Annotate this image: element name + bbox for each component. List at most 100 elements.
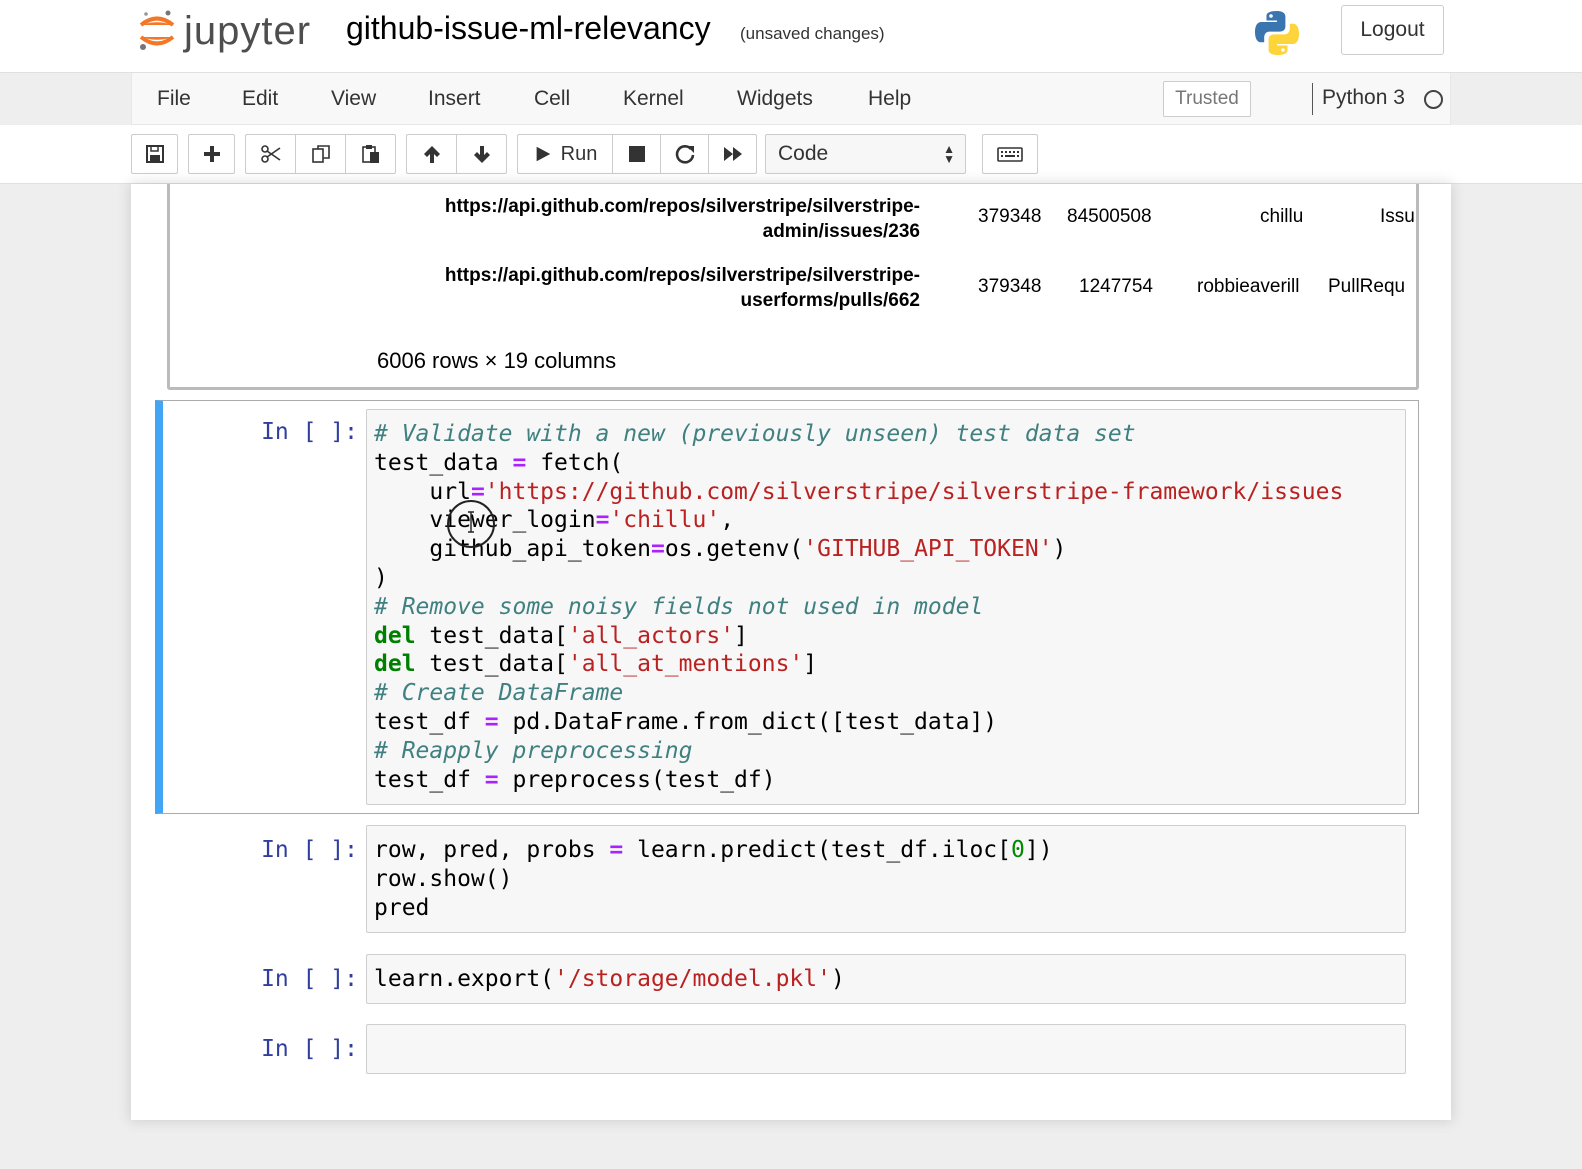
code-token: test_data <box>374 449 513 476</box>
code-token: learn.predict(test_df.iloc[ <box>623 837 1011 863</box>
df-row-0-col4: Issu <box>1380 206 1415 227</box>
code-token: # Validate with a new (previously unseen… <box>374 421 1136 447</box>
keyboard-icon <box>997 147 1023 162</box>
code-token: # Reapply preprocessing <box>374 737 693 764</box>
df-row-1-col4: PullRequ <box>1328 276 1406 297</box>
code-token: = <box>470 478 485 505</box>
restart-button[interactable] <box>660 134 709 174</box>
copy-button[interactable] <box>295 134 346 174</box>
code-token: del <box>374 622 416 649</box>
code-token: = <box>595 507 610 534</box>
menu-view[interactable]: View <box>331 87 376 111</box>
run-button[interactable]: Run <box>517 134 613 174</box>
cell-prompt: In [ ]: <box>261 1036 358 1062</box>
code-text: row, pred, probs = learn.predict(test_df… <box>367 826 1405 922</box>
code-token: del <box>374 651 416 678</box>
menu-widgets[interactable]: Widgets <box>737 87 813 111</box>
interrupt-button[interactable] <box>612 134 661 174</box>
cut-button[interactable] <box>245 134 296 174</box>
code-token: 0 <box>1011 837 1025 863</box>
code-line: row, pred, probs = learn.predict(test_df… <box>374 836 1405 865</box>
code-token: ]) <box>1024 837 1053 863</box>
code-token: test_data[ <box>415 622 568 649</box>
menu-kernel[interactable]: Kernel <box>623 87 684 111</box>
code-token: url <box>374 478 471 505</box>
df-row-1-url-line1: https://api.github.com/repos/silverstrip… <box>444 265 920 286</box>
cell-prompt: In [ ]: <box>261 837 358 863</box>
kernel-separator <box>1312 83 1313 115</box>
code-token: fetch( <box>526 449 624 476</box>
insert-cell-button[interactable] <box>188 134 235 174</box>
command-palette-button[interactable] <box>982 134 1038 174</box>
scissors-icon <box>260 145 280 163</box>
code-cell-predict[interactable]: In [ ]: row, pred, probs = learn.predict… <box>155 824 1419 936</box>
menu-cell[interactable]: Cell <box>534 87 570 111</box>
code-token: 'chillu' <box>609 507 721 534</box>
menu-file[interactable]: File <box>157 87 191 111</box>
code-token: = <box>650 536 665 563</box>
code-text: learn.export('/storage/model.pkl') <box>367 955 1405 994</box>
text-cursor-icon <box>468 511 474 533</box>
notebook-container: https://api.github.com/repos/silverstrip… <box>131 184 1451 1120</box>
code-token: 'https://github.com/silverstripe/silvers… <box>484 478 1344 505</box>
jupyter-logo[interactable]: jupyter <box>138 6 311 56</box>
code-token: , <box>720 507 735 534</box>
code-line: row.show() <box>374 865 1405 894</box>
code-cell-export[interactable]: In [ ]: learn.export('/storage/model.pkl… <box>155 953 1419 1007</box>
code-line: del test_data['all_at_mentions'] <box>374 650 1405 679</box>
fast-forward-icon <box>723 147 742 161</box>
df-row-0-url-line2: admin/issues/236 <box>762 221 920 242</box>
paste-button[interactable] <box>345 134 396 174</box>
code-token: test_data[ <box>415 651 568 678</box>
kernel-name[interactable]: Python 3 <box>1322 86 1405 110</box>
code-token: 'all_at_mentions' <box>567 651 804 678</box>
move-up-button[interactable] <box>406 134 457 174</box>
code-token: = <box>609 837 624 863</box>
df-row-1-col3: robbieaverill <box>1197 276 1300 297</box>
code-editor[interactable]: learn.export('/storage/model.pkl') <box>366 954 1406 1004</box>
df-row-0-col2: 84500508 <box>1067 206 1152 227</box>
code-line: # Remove some noisy fields not used in m… <box>374 593 1405 622</box>
copy-icon <box>311 145 330 163</box>
menu-help[interactable]: Help <box>868 87 911 111</box>
menu-edit[interactable]: Edit <box>242 87 278 111</box>
code-line: pred <box>374 894 1405 923</box>
code-text: # Validate with a new (previously unseen… <box>367 410 1405 794</box>
code-line: # Reapply preprocessing <box>374 737 1405 766</box>
code-editor[interactable] <box>366 1024 1406 1074</box>
code-cell-validate[interactable]: In [ ]: # Validate with a new (previousl… <box>155 400 1419 814</box>
trusted-indicator[interactable]: Trusted <box>1163 81 1251 117</box>
df-row-1-url-line2: userforms/pulls/662 <box>740 290 920 311</box>
menu-insert[interactable]: Insert <box>428 87 481 111</box>
restart-icon <box>675 145 694 164</box>
restart-run-all-button[interactable] <box>708 134 757 174</box>
df-row-0-url-line1: https://api.github.com/repos/silverstrip… <box>444 196 920 217</box>
paste-icon <box>361 145 379 163</box>
kernel-idle-indicator <box>1424 90 1443 109</box>
select-arrows-icon: ▲ ▼ <box>943 142 955 166</box>
code-editor[interactable]: # Validate with a new (previously unseen… <box>366 409 1406 805</box>
notebook-title[interactable]: github-issue-ml-relevancy <box>346 10 711 47</box>
code-text <box>367 1025 1405 1064</box>
code-token: ) <box>374 564 388 591</box>
code-token: pd.DataFrame.from_dict([test_data]) <box>498 708 998 735</box>
df-row-0-col1: 379348 <box>978 206 1042 227</box>
save-button[interactable] <box>131 134 178 174</box>
code-cell-empty[interactable]: In [ ]: <box>155 1023 1419 1077</box>
logout-button[interactable]: Logout <box>1341 5 1444 55</box>
stop-icon <box>628 146 645 162</box>
code-editor[interactable]: row, pred, probs = learn.predict(test_df… <box>366 825 1406 933</box>
code-line: # Validate with a new (previously unseen… <box>374 420 1405 449</box>
run-button-label: Run <box>560 142 598 165</box>
save-status: (unsaved changes) <box>740 24 885 43</box>
cell-prompt: In [ ]: <box>261 966 358 992</box>
header: jupyter github-issue-ml-relevancy (unsav… <box>0 0 1582 73</box>
code-token: 'GITHUB_API_TOKEN' <box>803 536 1053 563</box>
code-token: ) <box>830 966 845 992</box>
cell-type-select[interactable]: Code ▲ ▼ <box>765 134 966 174</box>
code-token: = <box>484 708 499 735</box>
move-down-button[interactable] <box>456 134 507 174</box>
code-line: test_data = fetch( <box>374 449 1405 478</box>
code-token: # Create DataFrame <box>374 680 624 707</box>
